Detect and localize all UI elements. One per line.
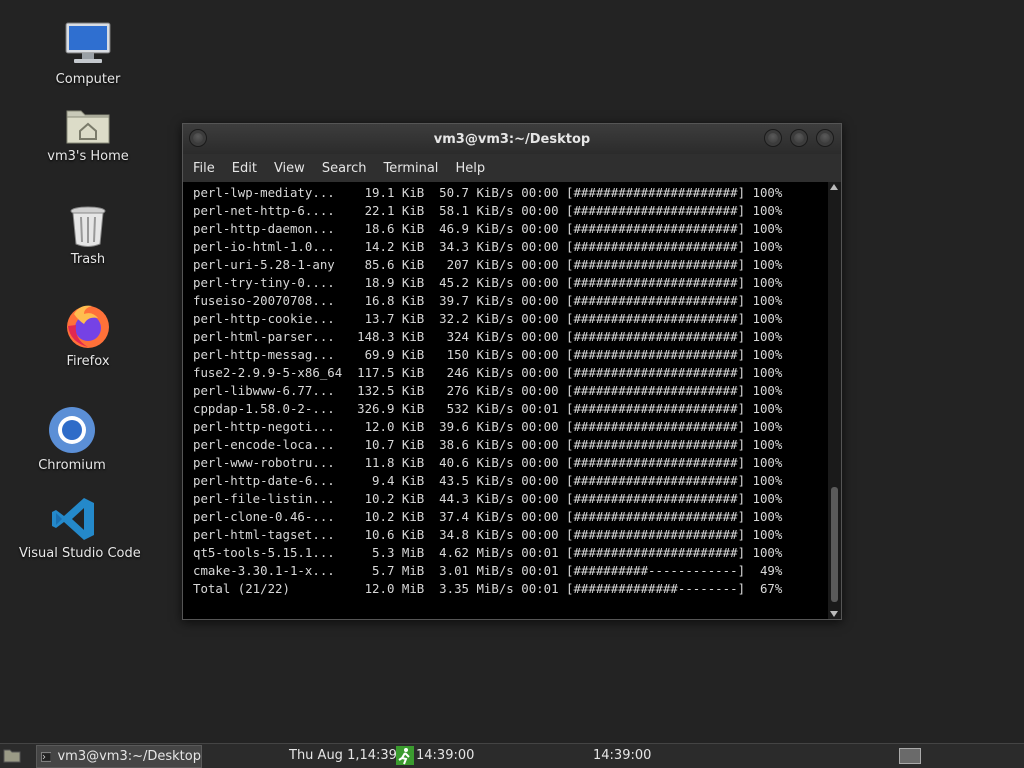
- terminal-line: perl-html-tagset... 10.6 KiB 34.8 KiB/s …: [193, 527, 783, 542]
- terminal-line: qt5-tools-5.15.1... 5.3 MiB 4.62 MiB/s 0…: [193, 545, 783, 560]
- menu-edit[interactable]: Edit: [232, 161, 257, 176]
- menu-view[interactable]: View: [274, 161, 305, 176]
- terminal-line: perl-html-parser... 148.3 KiB 324 KiB/s …: [193, 329, 783, 344]
- desktop-icon-home[interactable]: vm3's Home: [33, 103, 143, 164]
- terminal-line: perl-lwp-mediaty... 19.1 KiB 50.7 KiB/s …: [193, 185, 783, 200]
- terminal-line: perl-http-date-6... 9.4 KiB 43.5 KiB/s 0…: [193, 473, 783, 488]
- clock-time-secondary: 14:39:00: [593, 748, 652, 763]
- menu-help[interactable]: Help: [455, 161, 485, 176]
- desktop-icon-computer[interactable]: Computer: [33, 20, 143, 87]
- terminal-line: perl-uri-5.28-1-any 85.6 KiB 207 KiB/s 0…: [193, 257, 783, 272]
- terminal-line: cmake-3.30.1-1-x... 5.7 MiB 3.01 MiB/s 0…: [193, 563, 783, 578]
- window-title: vm3@vm3:~/Desktop: [433, 132, 591, 147]
- terminal-output[interactable]: perl-lwp-mediaty... 19.1 KiB 50.7 KiB/s …: [183, 182, 828, 619]
- maximize-button[interactable]: [790, 129, 808, 147]
- chromium-icon: [49, 407, 95, 453]
- terminal-line: perl-try-tiny-0.... 18.9 KiB 45.2 KiB/s …: [193, 275, 783, 290]
- minimize-button[interactable]: [764, 129, 782, 147]
- desktop-icon-trash[interactable]: Trash: [33, 204, 143, 267]
- scroll-down-icon[interactable]: [830, 611, 838, 617]
- terminal-line: perl-http-negoti... 12.0 KiB 39.6 KiB/s …: [193, 419, 783, 434]
- terminal-line: perl-http-messag... 69.9 KiB 150 KiB/s 0…: [193, 347, 783, 362]
- taskbar-window-label: vm3@vm3:~/Desktop: [57, 749, 201, 764]
- terminal-line: perl-clone-0.46-... 10.2 KiB 37.4 KiB/s …: [193, 509, 783, 524]
- terminal-line: perl-http-daemon... 18.6 KiB 46.9 KiB/s …: [193, 221, 783, 236]
- desktop-icon-label: Trash: [70, 252, 106, 267]
- desktop-icon-label: Visual Studio Code: [19, 546, 141, 561]
- computer-icon: [65, 22, 111, 63]
- terminal-icon: [41, 751, 52, 762]
- terminal-scrollbar[interactable]: [828, 182, 841, 619]
- desktop-icon-label: Firefox: [66, 354, 110, 369]
- terminal-line: cppdap-1.58.0-2-... 326.9 KiB 532 KiB/s …: [193, 401, 783, 416]
- menu-file[interactable]: File: [193, 161, 215, 176]
- terminal-line: fuseiso-20070708... 16.8 KiB 39.7 KiB/s …: [193, 293, 783, 308]
- app-menu-icon[interactable]: [3, 748, 21, 763]
- clock-time: 14:39:00: [416, 748, 475, 763]
- terminal-text: perl-lwp-mediaty... 19.1 KiB 50.7 KiB/s …: [183, 182, 828, 598]
- taskbar: vm3@vm3:~/Desktop Thu Aug 1,14:39 14:39:…: [0, 743, 1024, 768]
- desktop-icon-label: vm3's Home: [47, 149, 129, 164]
- desktop-icon-firefox[interactable]: Firefox: [33, 302, 143, 369]
- terminal-line: perl-libwww-6.77... 132.5 KiB 276 KiB/s …: [193, 383, 783, 398]
- menu-search[interactable]: Search: [322, 161, 367, 176]
- terminal-line: perl-io-html-1.0... 14.2 KiB 34.3 KiB/s …: [193, 239, 783, 254]
- desktop-icon-label: Computer: [55, 72, 121, 87]
- terminal-line: perl-file-listin... 10.2 KiB 44.3 KiB/s …: [193, 491, 783, 506]
- home-folder-icon: [66, 110, 110, 144]
- terminal-line: fuse2-2.9.9-5-x86_64 117.5 KiB 246 KiB/s…: [193, 365, 783, 380]
- desktop-icon-label: Chromium: [38, 458, 106, 473]
- terminal-line: perl-www-robotru... 11.8 KiB 40.6 KiB/s …: [193, 455, 783, 470]
- vscode-icon: [52, 498, 94, 540]
- terminal-window[interactable]: vm3@vm3:~/Desktop File Edit View Search …: [182, 123, 842, 620]
- close-button[interactable]: [816, 129, 834, 147]
- window-titlebar[interactable]: vm3@vm3:~/Desktop: [183, 124, 841, 154]
- terminal-line: Total (21/22) 12.0 MiB 3.35 MiB/s 00:01 …: [193, 581, 783, 596]
- scroll-thumb[interactable]: [831, 487, 838, 602]
- menu-terminal[interactable]: Terminal: [383, 161, 438, 176]
- terminal-line: perl-net-http-6.... 22.1 KiB 58.1 KiB/s …: [193, 203, 783, 218]
- clock-date[interactable]: Thu Aug 1,14:39: [289, 748, 397, 763]
- terminal-line: perl-http-cookie... 13.7 KiB 32.2 KiB/s …: [193, 311, 783, 326]
- green-exit-icon[interactable]: [396, 746, 414, 765]
- scroll-up-icon[interactable]: [830, 184, 838, 190]
- taskbar-window-button[interactable]: vm3@vm3:~/Desktop: [36, 745, 202, 768]
- show-desktop-icon[interactable]: [899, 748, 921, 764]
- firefox-icon: [67, 305, 109, 348]
- trash-icon: [70, 206, 106, 247]
- desktop-icon-vscode[interactable]: Visual Studio Code: [19, 496, 141, 561]
- terminal-line: perl-encode-loca... 10.7 KiB 38.6 KiB/s …: [193, 437, 783, 452]
- desktop-icon-chromium[interactable]: Chromium: [17, 406, 127, 473]
- menubar: File Edit View Search Terminal Help: [183, 154, 841, 182]
